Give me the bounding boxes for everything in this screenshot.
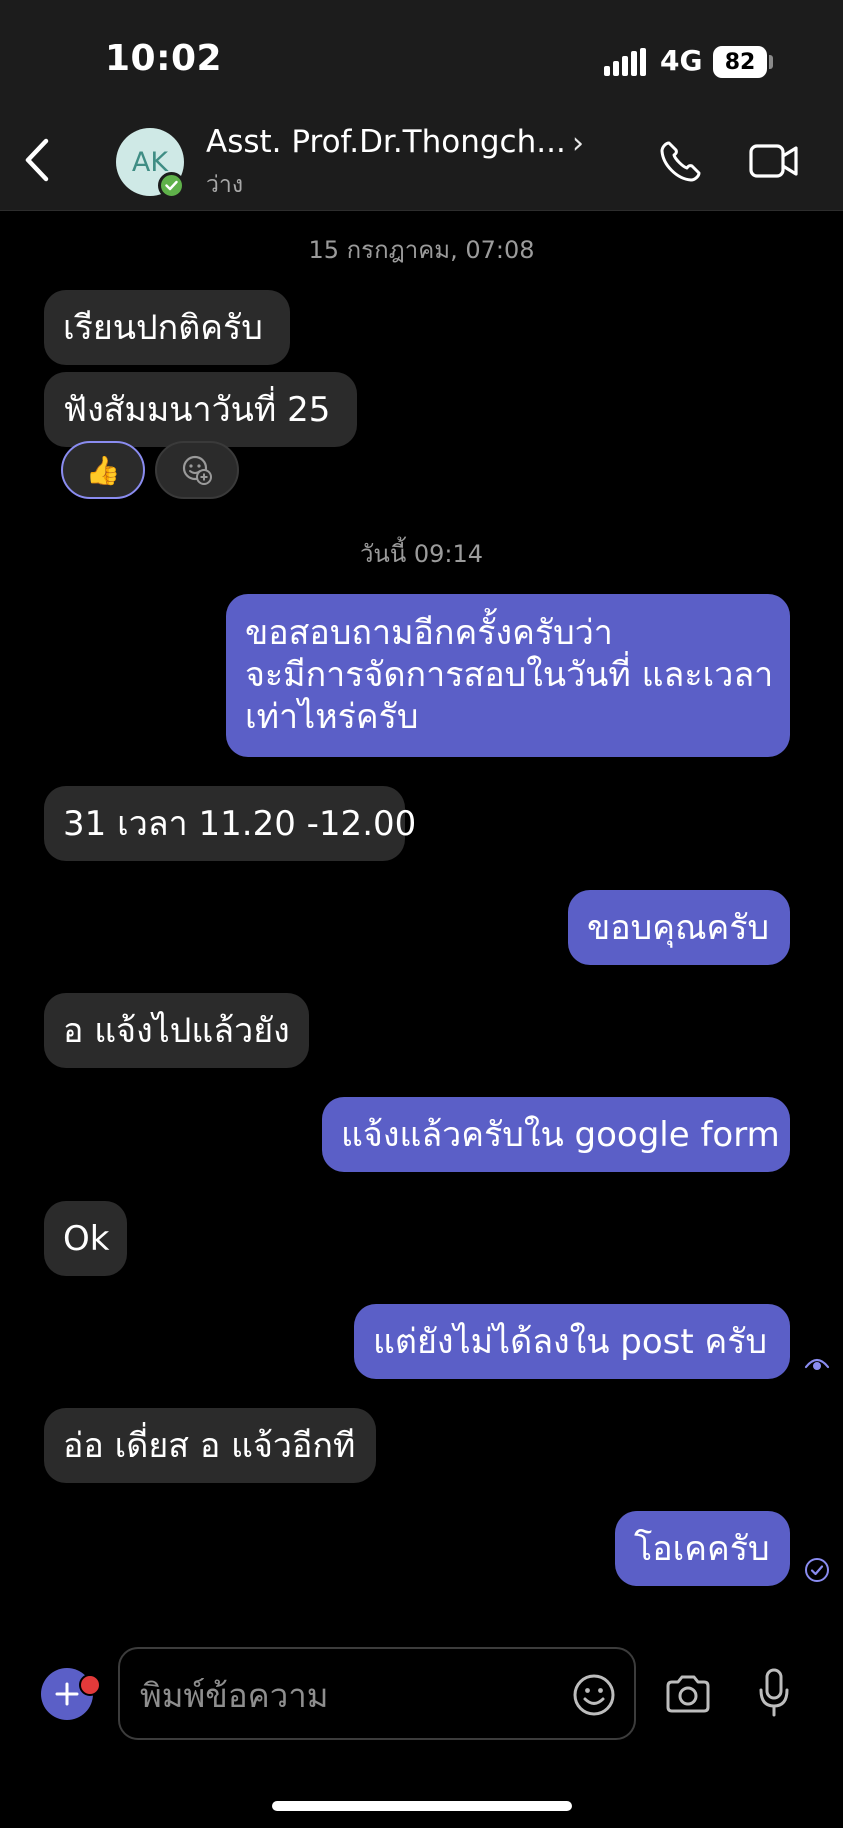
seen-eye-icon [804, 1358, 830, 1370]
notification-dot [79, 1674, 101, 1696]
message-input-box[interactable] [118, 1647, 636, 1740]
status-bar: 10:02 4G 82 [0, 0, 843, 110]
battery-icon [769, 55, 773, 69]
incoming-message[interactable]: อ แจ้งไปแล้วยัง [44, 993, 309, 1068]
incoming-message[interactable]: อ่อ เดี่ยส อ แจ้วอีกที [44, 1408, 376, 1483]
add-reaction-icon [182, 455, 212, 485]
outgoing-message[interactable]: ขอสอบถามอีกครั้งครับว่า จะมีการจัดการสอบ… [226, 594, 790, 757]
message-line: ขอสอบถามอีกครั้งครับว่า [245, 613, 613, 653]
message-composer [0, 1620, 843, 1828]
date-separator: วันนี้ 09:14 [359, 540, 484, 568]
message-line: เท่าไหร่ครับ [245, 697, 419, 737]
date-separator: 15 กรกฎาคม, 07:08 [308, 236, 535, 264]
contact-status: ว่าง [206, 172, 244, 198]
outgoing-message[interactable]: ขอบคุณครับ [568, 890, 790, 965]
incoming-message[interactable]: Ok [44, 1201, 127, 1276]
presence-available-icon [158, 172, 185, 199]
battery-level: 82 [713, 46, 767, 78]
home-indicator[interactable] [272, 1801, 572, 1811]
plus-icon [55, 1682, 79, 1706]
chat-header: AK Asst. Prof.Dr.Thongch... › ว่าง [0, 110, 843, 211]
outgoing-message[interactable]: แต่ยังไม่ได้ลงใน post ครับ [354, 1304, 790, 1379]
chevron-right-icon[interactable]: › [572, 126, 584, 161]
video-camera-icon[interactable] [748, 140, 800, 182]
cellular-signal-icon [604, 48, 646, 76]
message-line: จะมีการจัดการสอบในวันที่ และเวลา [245, 655, 774, 695]
network-type: 4G [660, 44, 703, 77]
clock: 10:02 [105, 38, 223, 79]
smiley-icon[interactable] [570, 1671, 618, 1719]
message-input[interactable] [138, 1667, 562, 1723]
add-reaction-button[interactable] [155, 441, 239, 499]
back-button[interactable] [12, 130, 62, 190]
incoming-message[interactable]: ฟังสัมมนาวันที่ 25 [44, 372, 357, 447]
incoming-message[interactable]: 31 เวลา 11.20 -12.00 [44, 786, 416, 861]
thumbs-up-reaction[interactable]: 👍 [61, 441, 145, 499]
incoming-message[interactable]: เรียนปกติครับ [44, 290, 290, 365]
back-arrow-icon [25, 138, 49, 182]
contact-name[interactable]: Asst. Prof.Dr.Thongch... [206, 124, 566, 160]
phone-icon[interactable] [656, 138, 704, 186]
sent-check-icon [805, 1558, 829, 1582]
outgoing-message[interactable]: โอเคครับ [615, 1511, 790, 1586]
camera-icon[interactable] [664, 1674, 712, 1714]
microphone-icon[interactable] [757, 1668, 791, 1718]
outgoing-message[interactable]: แจ้งแล้วครับใน google form [322, 1097, 790, 1172]
